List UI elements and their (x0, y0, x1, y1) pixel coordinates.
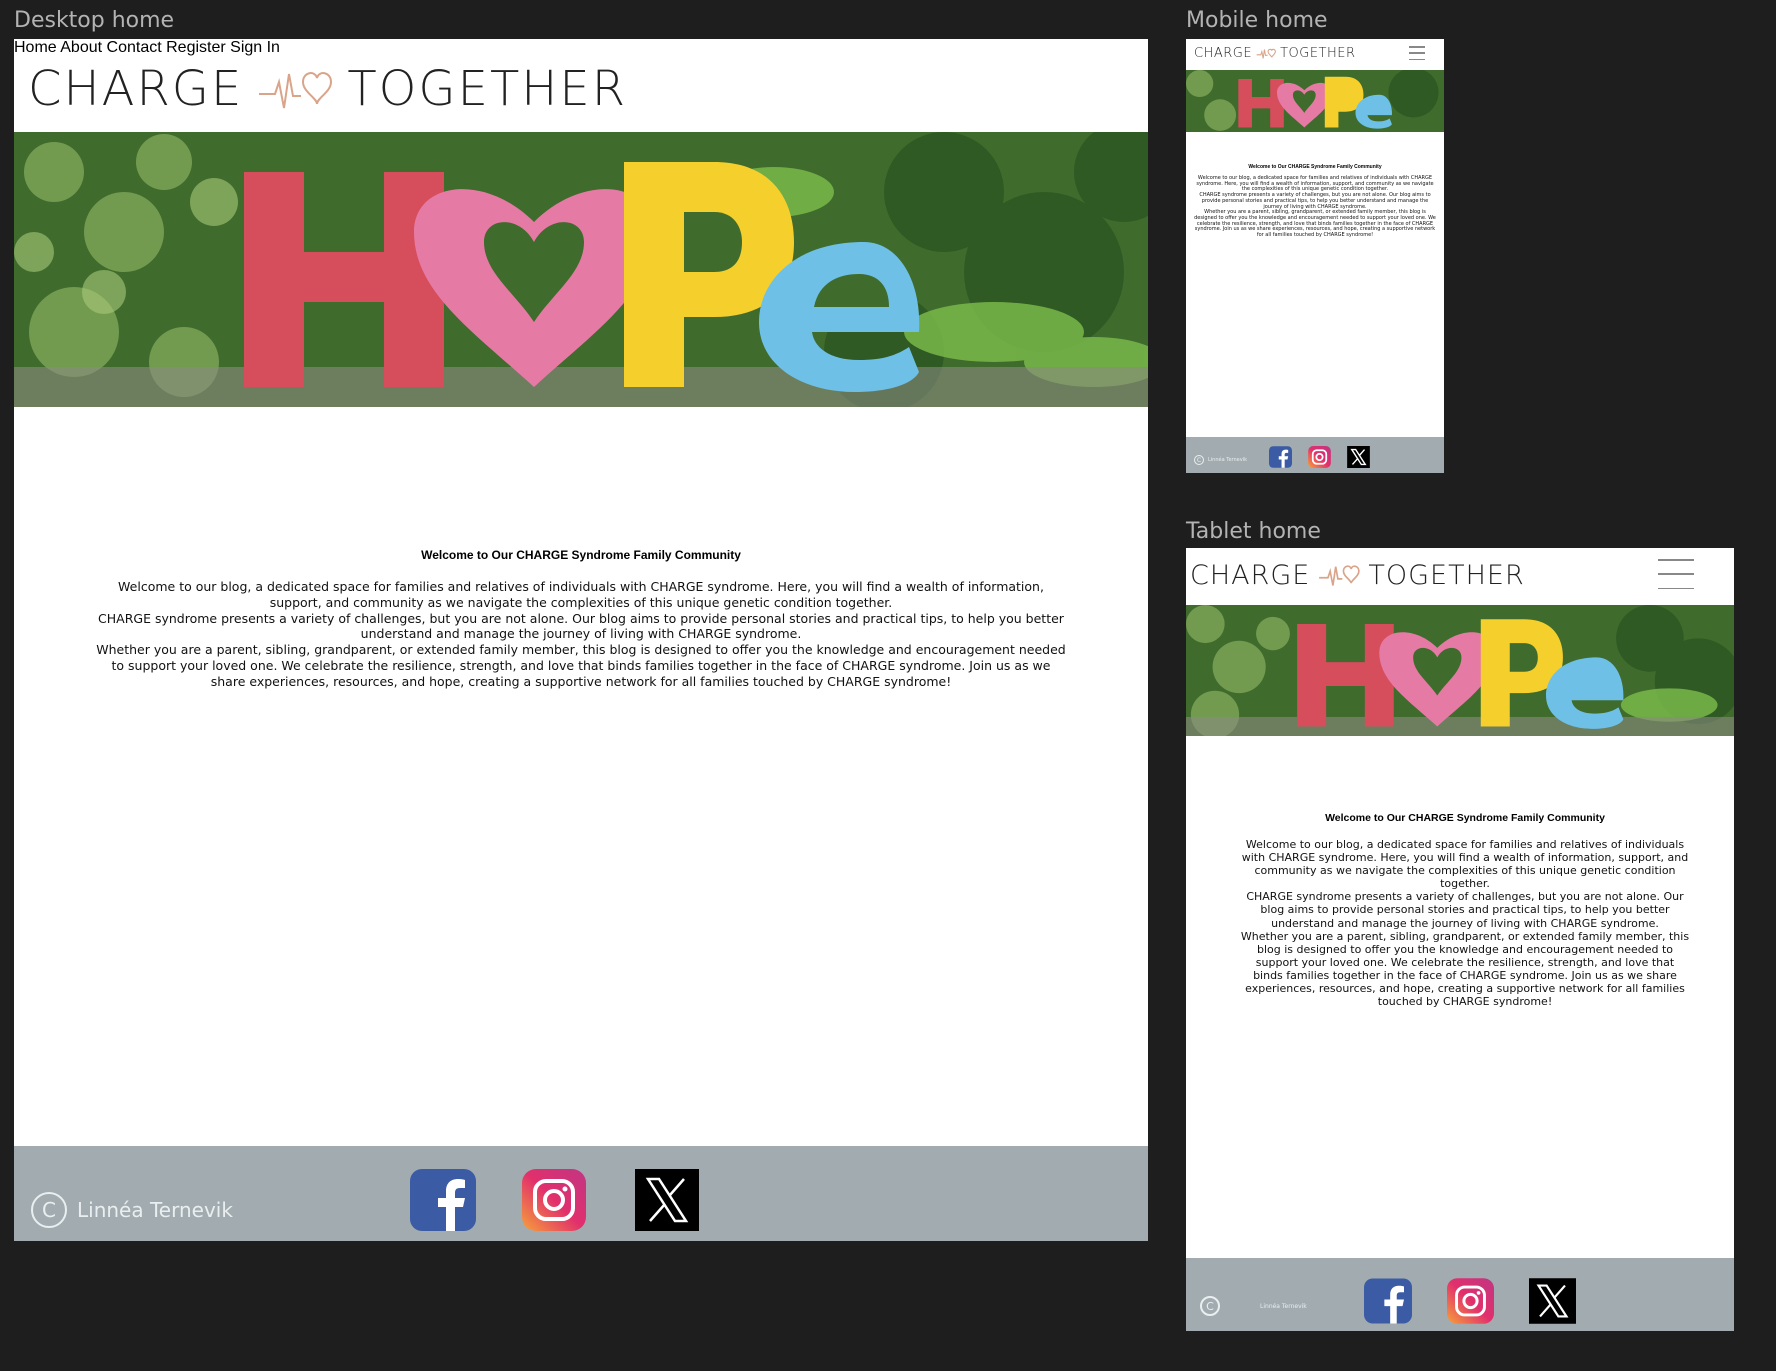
copyright-author: Linnéa Ternevik (77, 1198, 233, 1222)
tablet-copyright-author: Linnéa Ternevik (1260, 1302, 1307, 1310)
main-nav: Home About Contact Register Sign In (14, 39, 1148, 57)
mobile-welcome-body: Welcome to our blog, a dedicated space f… (1192, 175, 1438, 239)
nav-contact[interactable]: Contact (107, 39, 162, 56)
mobile-site-footer: C Linnéa Ternevik (1186, 437, 1444, 473)
mobile-copyright-icon: C (1194, 455, 1204, 465)
nav-about[interactable]: About (60, 39, 102, 56)
tablet-welcome-paragraph-1: Welcome to our blog, a dedicated space f… (1241, 838, 1689, 891)
desktop-frame-label: Desktop home (14, 8, 175, 33)
mobile-welcome-title: Welcome to Our CHARGE Syndrome Family Co… (1248, 164, 1382, 170)
tablet-copyright-icon: C (1200, 1296, 1220, 1316)
mobile-x-icon[interactable] (1347, 446, 1370, 468)
desktop-frame: CHARGE TOGETHER Home About Contact Regis… (14, 39, 1148, 1241)
nav-home[interactable]: Home (14, 39, 57, 56)
mobile-frame: CHARGE TOGETHER Welcome to Our CHARGE Sy… (1186, 39, 1444, 473)
mobile-site-logo[interactable]: CHARGE TOGETHER (1194, 44, 1356, 62)
instagram-icon[interactable] (522, 1169, 586, 1231)
facebook-icon[interactable] (410, 1169, 476, 1231)
mobile-welcome-paragraph-2: CHARGE syndrome presents a variety of ch… (1199, 192, 1431, 210)
mobile-menu-icon[interactable] (1409, 46, 1425, 60)
copyright: C Linnéa Ternevik (31, 1192, 233, 1228)
tablet-instagram-icon[interactable] (1447, 1278, 1494, 1324)
tablet-menu-line (1658, 573, 1694, 575)
mobile-menu-line (1409, 52, 1425, 54)
tablet-menu-line (1658, 587, 1694, 589)
tablet-welcome-paragraph-3: Whether you are a parent, sibling, grand… (1240, 929, 1690, 1009)
mobile-copyright-author: Linnéa Ternevik (1208, 457, 1247, 463)
tablet-facebook-icon[interactable] (1364, 1278, 1412, 1324)
mobile-frame-label: Mobile home (1186, 8, 1328, 33)
mobile-facebook-icon[interactable] (1269, 446, 1292, 468)
x-icon[interactable] (635, 1169, 699, 1231)
welcome-paragraph-2: CHARGE syndrome presents a variety of ch… (98, 610, 1064, 642)
mobile-welcome-paragraph-3: Whether you are a parent, sibling, grand… (1194, 209, 1436, 239)
logo-word-charge: CHARGE (28, 61, 244, 117)
hero-image (14, 132, 1148, 407)
mobile-welcome-paragraph-1: Welcome to our blog, a dedicated space f… (1196, 175, 1434, 193)
mobile-instagram-icon[interactable] (1308, 446, 1331, 468)
copyright-icon: C (31, 1192, 67, 1228)
mobile-hero-image (1186, 70, 1444, 132)
tablet-x-icon[interactable] (1529, 1278, 1576, 1324)
tablet-logo-word-together: TOGETHER (1368, 559, 1525, 591)
tablet-site-footer: C Linnéa Ternevik (1186, 1258, 1734, 1331)
nav-register[interactable]: Register (166, 39, 226, 56)
tablet-menu-line (1658, 559, 1694, 561)
mobile-logo-word-together: TOGETHER (1280, 45, 1356, 61)
heartbeat-heart-icon (257, 64, 333, 114)
mobile-menu-line (1409, 46, 1425, 48)
tablet-hero-image (1186, 605, 1734, 736)
mobile-menu-line (1409, 58, 1425, 60)
tablet-logo-word-charge: CHARGE (1190, 559, 1311, 591)
nav-sign-in[interactable]: Sign In (230, 39, 280, 56)
tablet-welcome-paragraph-2: CHARGE syndrome presents a variety of ch… (1246, 890, 1684, 930)
tablet-frame: CHARGE TOGETHER Welcome to Our CHARGE Sy… (1186, 548, 1734, 1331)
site-footer: C Linnéa Ternevik (14, 1146, 1148, 1241)
mobile-heartbeat-heart-icon (1256, 47, 1276, 60)
tablet-copyright: C Linnéa Ternevik (1200, 1296, 1307, 1316)
tablet-heartbeat-heart-icon (1318, 561, 1361, 589)
mobile-copyright: C Linnéa Ternevik (1194, 455, 1247, 465)
tablet-welcome-title: Welcome to Our CHARGE Syndrome Family Co… (1325, 812, 1605, 824)
tablet-welcome-body: Welcome to our blog, a dedicated space f… (1240, 838, 1690, 1008)
welcome-body: Welcome to our blog, a dedicated space f… (94, 579, 1068, 690)
welcome-title: Welcome to Our CHARGE Syndrome Family Co… (421, 548, 741, 562)
site-logo[interactable]: CHARGE TOGETHER (28, 59, 627, 119)
welcome-paragraph-1: Welcome to our blog, a dedicated space f… (118, 579, 1044, 610)
welcome-paragraph-3: Whether you are a parent, sibling, grand… (96, 642, 1066, 689)
tablet-site-logo[interactable]: CHARGE TOGETHER (1190, 558, 1525, 592)
tablet-menu-icon[interactable] (1658, 559, 1694, 589)
tablet-frame-label: Tablet home (1186, 519, 1321, 544)
logo-word-together: TOGETHER (347, 61, 628, 117)
mobile-logo-word-charge: CHARGE (1194, 45, 1253, 61)
